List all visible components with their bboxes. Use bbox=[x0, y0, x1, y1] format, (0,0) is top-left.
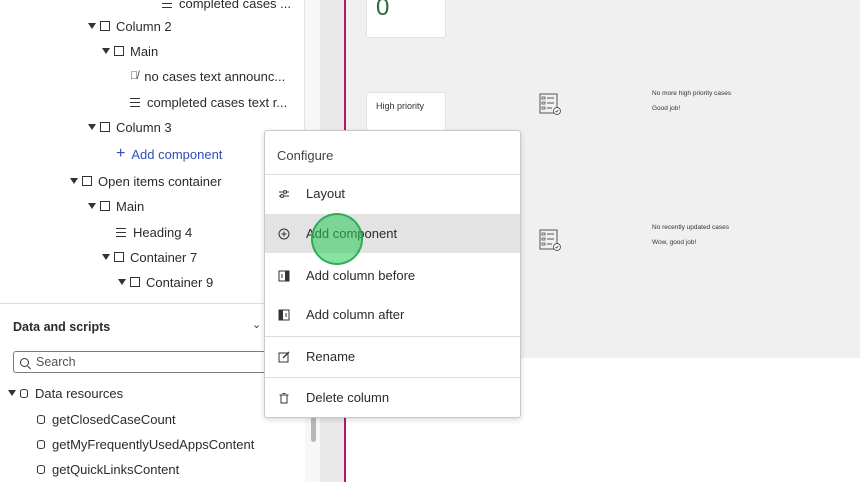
count-value: 0 bbox=[376, 0, 390, 21]
trash-icon bbox=[278, 392, 290, 404]
edit-icon bbox=[278, 351, 290, 363]
add-circle-icon bbox=[278, 228, 290, 240]
tree-item-completed-cases-text[interactable]: completed cases text r... bbox=[130, 91, 287, 113]
menu-item-rename[interactable]: Rename bbox=[265, 337, 520, 376]
menu-item-delete-column[interactable]: Delete column bbox=[265, 378, 520, 417]
database-icon bbox=[37, 464, 45, 474]
checklist-icon bbox=[539, 93, 561, 115]
component-tree-panel: completed cases ... Column 2 Main 👁̸ no … bbox=[0, 0, 305, 482]
tree-item-label: Container 9 bbox=[146, 274, 214, 290]
text-lines-icon bbox=[162, 0, 172, 8]
menu-header: Configure bbox=[277, 148, 334, 163]
tree-item-label: getClosedCaseCount bbox=[52, 411, 176, 427]
caret-down-icon[interactable] bbox=[70, 178, 78, 184]
container-icon bbox=[114, 252, 124, 262]
container-icon bbox=[130, 277, 140, 287]
caret-down-icon[interactable] bbox=[102, 254, 110, 260]
tree-item-label: Open items container bbox=[98, 173, 222, 189]
tree-item-label: Container 7 bbox=[130, 249, 198, 265]
tree-item-column-2[interactable]: Column 2 bbox=[88, 15, 172, 37]
container-icon bbox=[114, 46, 124, 56]
menu-item-add-column-before[interactable]: Add column before bbox=[265, 256, 520, 295]
text-lines-icon bbox=[116, 227, 126, 237]
menu-item-layout[interactable]: Layout bbox=[265, 174, 520, 213]
tree-item-container-7[interactable]: Container 7 bbox=[102, 246, 197, 268]
search-icon bbox=[20, 357, 29, 367]
tree-item-column-3[interactable]: Column 3 bbox=[88, 116, 172, 138]
tree-item-heading-4[interactable]: Heading 4 bbox=[116, 221, 192, 243]
tree-item-label: Heading 4 bbox=[133, 224, 193, 240]
tree-item-no-cases-text[interactable]: 👁̸ no cases text announc... bbox=[130, 65, 285, 87]
caret-down-icon[interactable] bbox=[88, 23, 96, 29]
sliders-icon bbox=[278, 188, 290, 200]
tree-item-label: completed cases ... bbox=[179, 0, 291, 11]
tree-item-container-9[interactable]: Container 9 bbox=[118, 271, 213, 293]
menu-item-label: Add column after bbox=[306, 307, 405, 322]
checklist-icon bbox=[539, 229, 561, 251]
text-lines-icon bbox=[130, 97, 140, 107]
add-component-link[interactable]: + Add component bbox=[116, 143, 222, 165]
tree-item-label: completed cases text r... bbox=[147, 94, 288, 110]
high-priority-label: High priority bbox=[376, 101, 425, 111]
caret-down-icon[interactable] bbox=[8, 390, 16, 396]
menu-item-label: Delete column bbox=[306, 390, 390, 405]
empty-state-subtitle: Wow, good job! bbox=[652, 239, 697, 246]
tree-item-label: getQuickLinksContent bbox=[52, 461, 180, 477]
menu-item-label: Layout bbox=[306, 186, 346, 201]
tree-item-main[interactable]: Main bbox=[102, 40, 158, 62]
container-icon bbox=[100, 21, 110, 31]
menu-item-add-component[interactable]: Add component bbox=[265, 214, 520, 253]
tree-item-label: Column 2 bbox=[116, 18, 172, 34]
database-icon bbox=[37, 439, 45, 449]
data-resource-item[interactable]: getQuickLinksContent bbox=[37, 458, 179, 480]
data-resource-item[interactable]: getClosedCaseCount bbox=[37, 408, 176, 430]
tree-item-label: Main bbox=[116, 198, 145, 214]
container-icon bbox=[82, 176, 92, 186]
tree-item-label: Column 3 bbox=[116, 119, 172, 135]
eye-off-icon: 👁̸ bbox=[130, 70, 139, 82]
configure-context-menu: Configure Layout Add component Add colum… bbox=[264, 130, 521, 418]
data-and-scripts-section: Data and scripts ⌄ Data resources getClo… bbox=[0, 303, 305, 482]
tree-item-label: Main bbox=[130, 43, 159, 59]
empty-state-title: No recently updated cases bbox=[652, 224, 729, 231]
caret-down-icon[interactable] bbox=[88, 124, 96, 130]
container-icon bbox=[100, 122, 110, 132]
menu-item-label: Add column before bbox=[306, 268, 416, 283]
menu-item-label: Add component bbox=[306, 226, 398, 241]
database-icon bbox=[20, 388, 28, 398]
empty-state-title: No more high priority cases bbox=[652, 90, 732, 97]
tree-item-main-2[interactable]: Main bbox=[88, 195, 144, 217]
search-box[interactable] bbox=[13, 351, 283, 373]
data-resource-item[interactable]: getMyFrequentlyUsedAppsContent bbox=[37, 433, 254, 455]
database-icon bbox=[37, 414, 45, 424]
container-icon bbox=[100, 201, 110, 211]
tree-item-label: no cases text announc... bbox=[144, 68, 286, 84]
caret-down-icon[interactable] bbox=[102, 48, 110, 54]
plus-icon: + bbox=[116, 145, 126, 162]
add-column-before-icon bbox=[278, 270, 290, 282]
add-column-after-icon bbox=[278, 309, 290, 321]
caret-down-icon[interactable] bbox=[118, 279, 126, 285]
empty-state-subtitle: Good job! bbox=[652, 105, 681, 112]
caret-down-icon[interactable] bbox=[88, 203, 96, 209]
add-component-label: Add component bbox=[131, 146, 223, 162]
menu-item-add-column-after[interactable]: Add column after bbox=[265, 295, 520, 334]
tree-item-open-items-container[interactable]: Open items container bbox=[70, 170, 222, 192]
tree-item-completed-cases[interactable]: completed cases ... bbox=[162, 0, 291, 14]
menu-item-label: Rename bbox=[306, 349, 356, 364]
tree-item-data-resources[interactable]: Data resources bbox=[8, 382, 123, 404]
section-title: Data and scripts bbox=[13, 320, 111, 334]
tree-item-label: getMyFrequentlyUsedAppsContent bbox=[52, 436, 255, 452]
tree-item-label: Data resources bbox=[35, 385, 124, 401]
search-input[interactable] bbox=[36, 355, 266, 369]
chevron-down-icon[interactable]: ⌄ bbox=[252, 318, 261, 331]
